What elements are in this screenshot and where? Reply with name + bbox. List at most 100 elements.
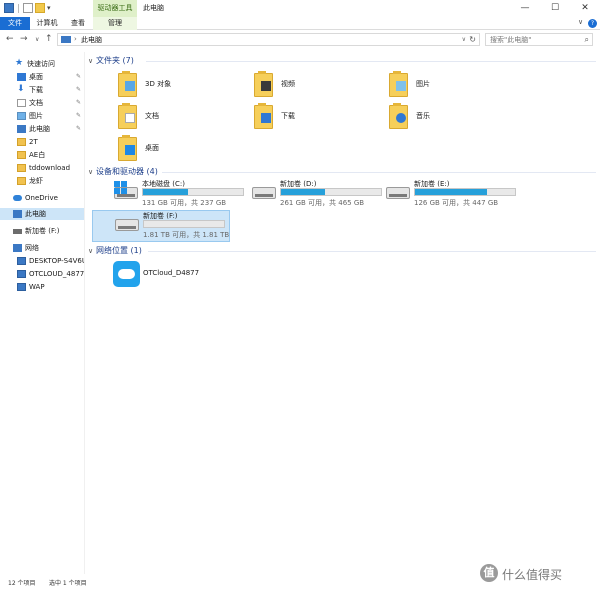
picture-icon [17, 112, 26, 120]
folder-item-videos[interactable]: 视频 [254, 71, 386, 102]
sidebar-item-downloads[interactable]: ⬇ 下载 ✎ [0, 84, 84, 96]
folder-label: 图片 [416, 80, 430, 88]
sidebar-item-ae[interactable]: AE白 [0, 149, 84, 161]
drive-item-f[interactable]: 新加卷 (F:) 1.81 TB 可用，共 1.81 TB [92, 210, 230, 242]
sidebar-item-label: 此电脑 [29, 125, 50, 133]
folder-item-music[interactable]: 音乐 [389, 103, 521, 134]
cloud-icon [13, 195, 22, 201]
folder-item-pictures[interactable]: 图片 [389, 71, 521, 102]
sidebar-item-wap[interactable]: WAP [0, 281, 84, 293]
tab-view[interactable]: 查看 [64, 17, 92, 30]
sidebar-item-label: 此电脑 [25, 210, 46, 218]
chevron-down-icon[interactable]: ∨ [88, 57, 96, 65]
document-icon [17, 99, 26, 107]
sidebar-item-lobster[interactable]: 龙虾 [0, 175, 84, 187]
address-dropdown-icon[interactable]: ∨ [462, 36, 466, 43]
sidebar-item-network[interactable]: 网络 [0, 242, 84, 254]
drive-icon [386, 187, 410, 199]
pin-icon[interactable]: ✎ [76, 97, 81, 109]
network-item-otcloud[interactable]: OTCloud_D4877 [113, 261, 273, 291]
sidebar-item-label: 网络 [25, 244, 39, 252]
recent-locations-button[interactable]: ∨ [35, 34, 39, 46]
customize-toolbar-icon[interactable]: ▾ [47, 4, 51, 12]
sidebar-item-this-pc[interactable]: 此电脑 [0, 208, 84, 220]
pin-icon[interactable]: ✎ [76, 123, 81, 135]
sidebar-item-drive-f[interactable]: 新加卷 (F:) [0, 225, 84, 237]
drive-usage-fill [143, 189, 188, 195]
tab-computer[interactable]: 计算机 [32, 17, 62, 30]
section-title: 设备和驱动器 (4) [96, 167, 158, 176]
tab-manage[interactable]: 管理 [93, 17, 137, 30]
sidebar-item-desktop[interactable]: 桌面 ✎ [0, 71, 84, 83]
sidebar-item-label: 新加卷 (F:) [25, 227, 60, 235]
help-icon[interactable]: ? [588, 19, 597, 28]
sidebar-item-label: AE白 [29, 151, 46, 159]
document-icon [118, 103, 137, 129]
ribbon-collapse-icon[interactable]: ∨ [578, 18, 583, 26]
breadcrumb[interactable]: 此电脑 [81, 36, 102, 44]
drive-free-space: 261 GB 可用，共 465 GB [280, 199, 365, 207]
drive-usage-fill [415, 189, 487, 195]
sidebar-item-desktop-s4v6uc[interactable]: DESKTOP-S4V6UC [0, 255, 84, 267]
desktop-icon [17, 73, 26, 81]
folder-icon [17, 177, 26, 185]
search-input[interactable]: 搜索"此电脑" ⌕ [485, 33, 593, 46]
sidebar-item-label: DESKTOP-S4V6UC [29, 257, 84, 265]
windows-icon [114, 181, 127, 194]
forward-button[interactable]: → [20, 33, 28, 45]
computer-icon [13, 210, 22, 218]
back-button[interactable]: ← [6, 33, 14, 45]
folder-item-desktop[interactable]: 桌面 [118, 135, 250, 166]
drive-item-c[interactable]: 本地磁盘 (C:) 131 GB 可用，共 237 GB [110, 179, 248, 211]
tab-file[interactable]: 文件 [0, 17, 30, 30]
sidebar-item-documents[interactable]: 文档 ✎ [0, 97, 84, 109]
sidebar-item-onedrive[interactable]: OneDrive [0, 192, 84, 204]
section-header-folders[interactable]: ∨ 文件夹 (7) [88, 55, 134, 66]
sidebar-item-quick-access[interactable]: ★ 快速访问 [0, 58, 84, 70]
sidebar-item-otcloud[interactable]: OTCLOUD_4877 [0, 268, 84, 280]
section-divider [146, 61, 596, 62]
maximize-button[interactable]: ☐ [540, 0, 570, 17]
new-folder-icon[interactable] [35, 3, 45, 13]
folder-item-downloads[interactable]: 下载 [254, 103, 386, 134]
pin-icon[interactable]: ✎ [76, 71, 81, 83]
desktop-icon [118, 135, 137, 161]
pin-icon[interactable]: ✎ [76, 110, 81, 122]
drive-item-d[interactable]: 新加卷 (D:) 261 GB 可用，共 465 GB [248, 179, 386, 211]
search-icon[interactable]: ⌕ [585, 35, 589, 45]
sidebar-item-label: 下载 [29, 86, 43, 94]
pin-icon[interactable]: ✎ [76, 84, 81, 96]
drive-icon [13, 229, 22, 234]
computer-icon[interactable] [4, 3, 14, 13]
sidebar-item-label: 2T [29, 138, 38, 146]
close-button[interactable]: ✕ [570, 0, 600, 17]
folder-icon [17, 151, 26, 159]
up-button[interactable]: ↑ [45, 33, 53, 45]
address-bar[interactable]: › 此电脑 ∨ ↻ [57, 33, 480, 46]
title-bar: ▾ 驱动器工具 此电脑 — ☐ ✕ [0, 0, 600, 17]
folder-item-3d-objects[interactable]: 3D 对象 [118, 71, 250, 102]
folder-item-documents[interactable]: 文档 [118, 103, 250, 134]
monitor-icon [17, 283, 26, 291]
sidebar-item-tddownload[interactable]: tddownload [0, 162, 84, 174]
refresh-button[interactable]: ↻ [469, 35, 476, 44]
context-tab-group: 驱动器工具 [93, 0, 137, 17]
download-icon: ⬇ [17, 84, 25, 94]
sidebar-item-2t[interactable]: 2T [0, 136, 84, 148]
chevron-down-icon[interactable]: ∨ [88, 168, 96, 176]
sidebar-item-label: OneDrive [25, 194, 58, 202]
breadcrumb-chevron-icon[interactable]: › [74, 35, 77, 43]
sidebar-item-label: WAP [29, 283, 45, 291]
chevron-down-icon[interactable]: ∨ [88, 247, 96, 255]
section-header-drives[interactable]: ∨ 设备和驱动器 (4) [88, 166, 158, 177]
sidebar-item-pictures[interactable]: 图片 ✎ [0, 110, 84, 122]
drive-usage-bar [142, 188, 244, 196]
section-header-network[interactable]: ∨ 网络位置 (1) [88, 245, 142, 256]
music-icon [389, 103, 408, 129]
properties-icon[interactable] [23, 3, 33, 13]
minimize-button[interactable]: — [510, 0, 540, 17]
sidebar-item-this-pc-pinned[interactable]: 此电脑 ✎ [0, 123, 84, 135]
pane-divider[interactable] [84, 52, 85, 574]
drive-item-e[interactable]: 新加卷 (E:) 126 GB 可用，共 447 GB [382, 179, 520, 211]
selection-count: 选中 1 个项目 [49, 580, 87, 587]
